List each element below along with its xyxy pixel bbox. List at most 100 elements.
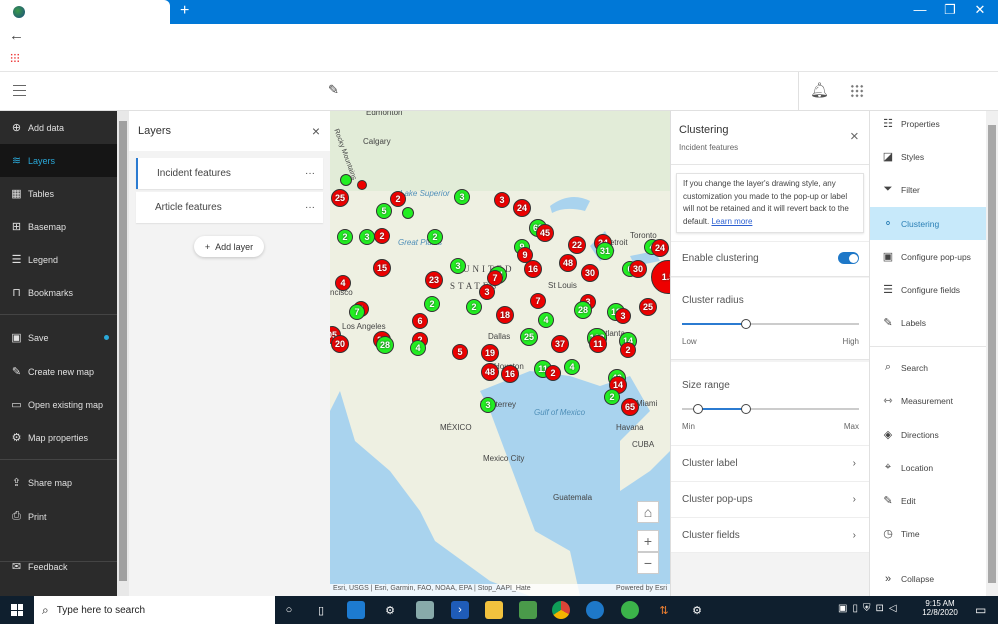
add-layer-button[interactable]: + Add layer [194, 236, 264, 257]
sidebar-item-legend[interactable]: ☰ Legend [0, 243, 117, 276]
tool-properties[interactable]: ☷ Properties [870, 107, 987, 140]
cluster-marker[interactable]: 24 [513, 199, 531, 217]
cluster-fields-row[interactable]: Cluster fields › [671, 517, 870, 553]
right-scrollbar[interactable] [986, 111, 998, 596]
cluster-marker[interactable]: 45 [536, 224, 554, 242]
minimize-button[interactable]: — [905, 2, 935, 17]
notifications-bell-icon[interactable]: 🔔︎ [810, 81, 829, 99]
sidebar-item-basemap[interactable]: ⊞ Basemap [0, 210, 117, 243]
cluster-marker[interactable]: 22 [568, 236, 586, 254]
browser-tab[interactable] [0, 0, 170, 24]
cluster-popups-row[interactable]: Cluster pop-ups › [671, 481, 870, 517]
zoom-in-button[interactable]: + [637, 530, 659, 552]
sidebar-item-save[interactable]: ▣ Save [0, 321, 117, 354]
cluster-marker[interactable]: 48 [559, 254, 577, 272]
zoom-out-button[interactable]: − [637, 552, 659, 574]
task-view-icon[interactable]: ▯ [312, 601, 330, 619]
cluster-marker[interactable] [340, 174, 352, 186]
tool-collapse[interactable]: » Collapse [870, 562, 987, 595]
cluster-marker[interactable]: 30 [629, 260, 647, 278]
cluster-radius-slider-handle[interactable] [740, 319, 751, 329]
cluster-marker[interactable]: 24 [651, 239, 669, 257]
tool-edit[interactable]: ✎ Edit [870, 484, 987, 517]
new-tab-button[interactable]: + [180, 2, 189, 20]
sidebar-item-create-new-map[interactable]: ✎ Create new map [0, 355, 117, 388]
apps-grid-icon[interactable] [10, 53, 20, 63]
layer-menu-button[interactable]: ··· [305, 202, 315, 213]
close-clustering-button[interactable]: × [850, 128, 859, 145]
cluster-marker[interactable]: 11 [589, 335, 607, 353]
tool-time[interactable]: ◷ Time [870, 517, 987, 550]
map-view[interactable]: Edmonton Calgary Lake Superior Great Plains… [330, 111, 670, 596]
home-button[interactable]: ⌂ [637, 501, 659, 523]
tool-location[interactable]: ⌖ Location [870, 451, 987, 484]
sidebar-item-open-existing-map[interactable]: ▭ Open existing map [0, 388, 117, 421]
app-icon[interactable] [519, 601, 537, 619]
app-icon[interactable] [621, 601, 639, 619]
cluster-marker[interactable]: 37 [551, 335, 569, 353]
size-max-slider-handle[interactable] [740, 404, 751, 414]
notifications-icon[interactable]: ▭ [975, 603, 986, 617]
powershell-icon[interactable]: › [451, 601, 469, 619]
cluster-marker[interactable] [357, 180, 367, 190]
cluster-marker[interactable]: 48 [481, 363, 499, 381]
cluster-marker[interactable]: 30 [581, 264, 599, 282]
sidebar-item-tables[interactable]: ▦ Tables [0, 177, 117, 210]
restore-button[interactable]: ❐ [935, 2, 965, 18]
powered-by-esri[interactable]: Powered by Esri [616, 585, 667, 595]
app-icon[interactable] [416, 601, 434, 619]
clock[interactable]: 9:15 AM 12/8/2020 [920, 599, 960, 617]
edit-title-pencil-icon[interactable]: ✎ [328, 82, 339, 98]
tool-directions[interactable]: ◈ Directions [870, 418, 987, 451]
cluster-marker[interactable]: 18 [496, 306, 514, 324]
tool-filter[interactable]: ⏷ Filter [870, 173, 987, 206]
cluster-label-row[interactable]: Cluster label › [671, 445, 870, 481]
layer-menu-button[interactable]: ··· [305, 168, 315, 179]
cluster-marker[interactable]: 23 [425, 271, 443, 289]
cluster-marker[interactable]: 25 [520, 328, 538, 346]
tool-configure-fields[interactable]: ☰ Configure fields [870, 273, 987, 306]
layer-item-article[interactable]: Article features ··· [136, 192, 323, 223]
cortana-icon[interactable]: ○ [280, 601, 298, 619]
app-icon[interactable]: ⇅ [655, 601, 673, 619]
cluster-marker[interactable]: 65 [621, 398, 639, 416]
close-window-button[interactable]: ✕ [965, 2, 995, 18]
cluster-marker[interactable]: 25 [639, 298, 657, 316]
sidebar-item-add-data[interactable]: ⊕ Add data [0, 111, 117, 144]
sidebar-item-layers[interactable]: ≋ Layers [0, 144, 117, 177]
cluster-marker[interactable]: 28 [376, 336, 394, 354]
sidebar-item-print[interactable]: ⎙ Print [0, 500, 117, 533]
cluster-marker[interactable]: 20 [331, 335, 349, 353]
cluster-marker[interactable]: 19 [481, 344, 499, 362]
sidebar-item-map-properties[interactable]: ⚙ Map properties [0, 421, 117, 454]
tool-styles[interactable]: ◪ Styles [870, 140, 987, 173]
cluster-marker[interactable]: 25 [331, 189, 349, 207]
cluster-marker[interactable]: 16 [501, 365, 519, 383]
tool-search[interactable]: ⌕ Search [870, 351, 987, 384]
cluster-marker[interactable] [402, 207, 414, 219]
app-icon[interactable] [586, 601, 604, 619]
app-launcher-grid-icon[interactable] [850, 84, 864, 98]
cluster-marker[interactable]: 15 [373, 259, 391, 277]
close-layers-button[interactable]: × [312, 123, 320, 139]
cluster-marker[interactable]: 31 [596, 242, 614, 260]
settings-gear-app-icon[interactable]: ⚙ [381, 601, 399, 619]
file-explorer-icon[interactable] [485, 601, 503, 619]
tool-clustering[interactable]: ⚬ Clustering [870, 207, 987, 240]
size-min-slider-handle[interactable] [692, 404, 703, 414]
settings-icon[interactable]: ⚙ [688, 601, 706, 619]
layer-item-incident[interactable]: Incident features ··· [136, 158, 323, 189]
tool-measurement[interactable]: ⇿ Measurement [870, 384, 987, 417]
cluster-marker[interactable]: 16 [524, 260, 542, 278]
sidebar-item-bookmarks[interactable]: ⊓ Bookmarks [0, 276, 117, 309]
chrome-icon[interactable] [552, 601, 570, 619]
tool-labels[interactable]: ✎ Labels [870, 306, 987, 339]
taskbar-search-box[interactable]: ⌕ Type here to search [34, 596, 275, 624]
learn-more-link[interactable]: Learn more [711, 217, 752, 226]
tool-configure-pop-ups[interactable]: ▣ Configure pop-ups [870, 240, 987, 273]
hamburger-menu-icon[interactable] [13, 85, 26, 96]
sidebar-scrollbar[interactable] [117, 111, 129, 596]
sidebar-item-share-map[interactable]: ⇪ Share map [0, 466, 117, 499]
cluster-marker[interactable]: 28 [574, 301, 592, 319]
windows-start-icon[interactable] [11, 604, 23, 616]
